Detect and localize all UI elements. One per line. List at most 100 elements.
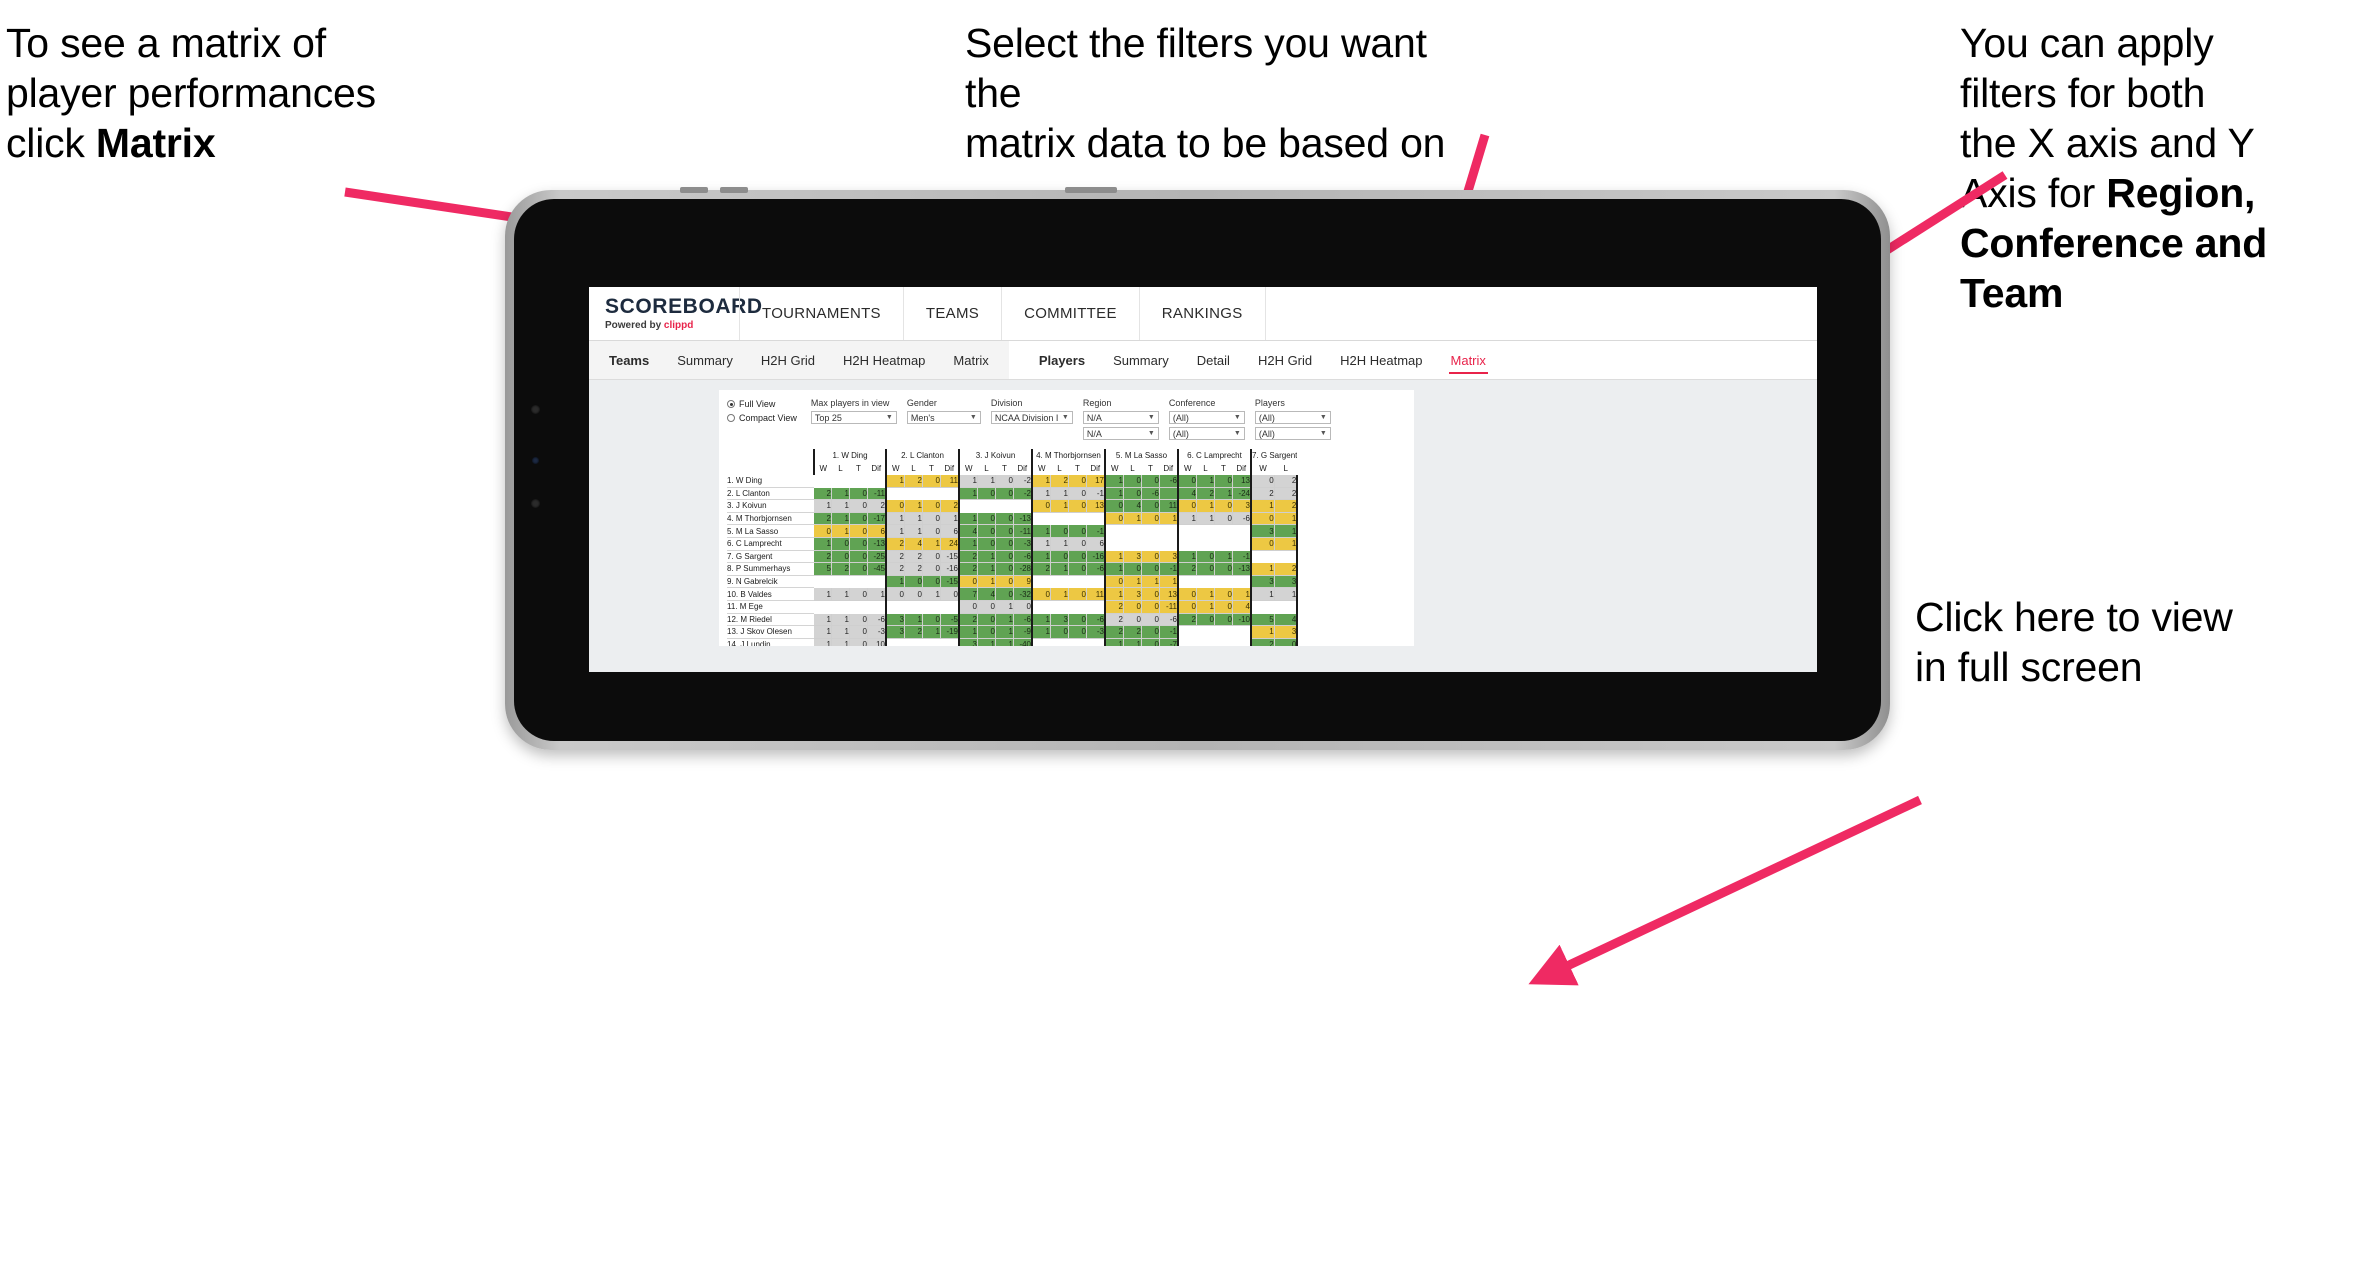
matrix-cell[interactable]: 2 [814,550,832,564]
matrix-cell[interactable] [1032,575,1051,589]
matrix-cell[interactable]: 0 [995,487,1014,501]
matrix-cell[interactable]: 0 [995,587,1014,601]
matrix-cell[interactable]: -45 [867,562,887,576]
matrix-cell[interactable]: -1 [1232,550,1252,564]
matrix-cell[interactable] [814,475,832,488]
matrix-row[interactable]: 2. L Clanton 2 1 0 -11 1 0 0 -2 1 1 0 -1 1 0 -6 4 2 1 -24 2 2 [727,487,1299,501]
matrix-cell[interactable]: 1 [940,512,960,526]
matrix-cell[interactable] [814,600,832,614]
matrix-cell[interactable]: 0 [922,550,941,564]
nav-item-rankings[interactable]: RANKINGS [1138,287,1266,340]
matrix-cell[interactable]: 0 [1214,512,1233,526]
matrix-cell[interactable]: 1 [1196,512,1215,526]
matrix-cell[interactable]: 0 [1123,613,1142,627]
matrix-cell[interactable] [940,638,960,646]
matrix-cell[interactable]: 3 [1232,499,1252,513]
matrix-cell[interactable] [1050,638,1069,646]
matrix-cell[interactable] [1214,537,1233,551]
matrix-cell[interactable]: 0 [1123,562,1142,576]
matrix-cell[interactable]: 2 [904,562,923,576]
matrix-cell[interactable] [867,475,887,488]
matrix-cell[interactable]: 1 [1032,524,1051,538]
matrix-cell[interactable]: 0 [1141,587,1160,601]
matrix-cell[interactable]: 2 [904,625,923,639]
matrix-cell[interactable] [831,575,850,589]
matrix-cell[interactable]: 0 [977,512,996,526]
matrix-cell[interactable] [1251,550,1275,564]
matrix-cell[interactable]: 2 [940,499,960,513]
matrix-row[interactable]: 3. J Koivun 1 1 0 2 0 1 0 2 0 1 0 13 0 4 0 11 0 1 0 3 1 2 [727,499,1299,513]
matrix-cell[interactable]: 2 [886,562,905,576]
matrix-row[interactable]: 6. C Lamprecht 1 0 0 -13 2 4 1 24 1 0 0 -3 1 1 0 6 0 1 [727,537,1299,551]
matrix-cell[interactable] [1214,524,1233,538]
matrix-row-label[interactable]: 14. J Lundin [727,638,814,646]
matrix-cell[interactable]: 0 [1068,537,1087,551]
matrix-column-header[interactable]: 2. L Clanton [885,449,959,462]
matrix-cell[interactable]: 0 [886,499,905,513]
matrix-cell[interactable]: 0 [977,487,996,501]
matrix-cell[interactable]: 1 [1105,562,1124,576]
matrix-cell[interactable]: 0 [814,524,832,538]
matrix-cell[interactable]: 2 [867,499,887,513]
matrix-cell[interactable]: 1 [1050,537,1069,551]
matrix-row-label[interactable]: 4. M Thorbjornsen [727,512,814,526]
matrix-cell[interactable]: 1 [831,487,850,501]
matrix-cell[interactable]: -11 [867,487,887,501]
matrix-cell[interactable]: 0 [922,524,941,538]
filter-conference-select-y[interactable]: (All) ▼ [1168,427,1245,440]
matrix-cell[interactable] [1214,625,1233,639]
matrix-cell[interactable]: -6 [1013,613,1033,627]
matrix-row[interactable]: 1. W Ding 1 2 0 11 1 1 0 -2 1 2 0 17 1 0 0 -6 0 1 0 13 0 2 [727,475,1299,488]
matrix-cell[interactable] [1178,537,1197,551]
matrix-cell[interactable] [1068,638,1087,646]
matrix-row[interactable]: 9. N Gabrelcik 1 0 0 -15 0 1 0 9 0 1 1 1 3 3 [727,575,1299,589]
matrix-cell[interactable]: -15 [940,575,960,589]
matrix-cell[interactable]: 2 [1105,600,1124,614]
matrix-cell[interactable]: 2 [1178,562,1197,576]
matrix-cell[interactable]: -11 [1013,524,1033,538]
filter-region-select-y[interactable]: N/A ▼ [1082,427,1159,440]
matrix-cell[interactable]: 1 [959,487,978,501]
matrix-cell[interactable]: 1 [1214,550,1233,564]
matrix-cell[interactable] [814,575,832,589]
matrix-row-label[interactable]: 10. B Valdes [727,587,814,601]
matrix-row[interactable]: 8. P Summerhays 5 2 0 -45 2 2 0 -16 2 1 0 -28 2 1 0 -6 1 0… [727,562,1299,576]
matrix-cell[interactable]: 0 [922,562,941,576]
matrix-cell[interactable] [1105,524,1124,538]
matrix-cell[interactable]: 0 [849,638,868,646]
matrix-cell[interactable]: 4 [1123,499,1142,513]
matrix-cell[interactable]: 1 [886,512,905,526]
matrix-cell[interactable]: -13 [867,537,887,551]
matrix-cell[interactable]: 0 [1178,499,1197,513]
matrix-cell[interactable]: -1 [1086,524,1106,538]
matrix-cell[interactable]: 2 [1032,562,1051,576]
matrix-row-label[interactable]: 13. J Skov Olesen [727,625,814,639]
matrix-cell[interactable]: 1 [1050,487,1069,501]
matrix-cell[interactable]: 0 [1141,512,1160,526]
matrix-cell[interactable]: 0 [1050,625,1069,639]
matrix-cell[interactable]: 6 [867,524,887,538]
matrix-cell[interactable]: 0 [849,487,868,501]
matrix-cell[interactable]: 1 [1123,512,1142,526]
matrix-cell[interactable]: 1 [1251,625,1275,639]
matrix-cell[interactable]: 2 [1274,562,1299,576]
matrix-cell[interactable]: 1 [1050,587,1069,601]
matrix-cell[interactable]: 2 [1274,487,1299,501]
matrix-cell[interactable]: 1 [1032,475,1051,488]
matrix-cell[interactable] [849,575,868,589]
filter-division-select[interactable]: NCAA Division I ▼ [990,411,1073,424]
matrix-cell[interactable]: -40 [1013,638,1033,646]
matrix-cell[interactable]: 1 [977,575,996,589]
matrix-cell[interactable] [940,600,960,614]
matrix-cell[interactable] [1068,512,1087,526]
matrix-cell[interactable]: -2 [1013,475,1033,488]
matrix-cell[interactable]: 1 [904,512,923,526]
matrix-cell[interactable]: 0 [1068,499,1087,513]
matrix-cell[interactable]: -19 [940,625,960,639]
matrix-cell[interactable]: 0 [1178,600,1197,614]
matrix-cell[interactable]: 0 [1141,475,1160,488]
matrix-cell[interactable]: 0 [1141,625,1160,639]
matrix-cell[interactable]: 1 [1032,537,1051,551]
matrix-cell[interactable]: 0 [977,600,996,614]
matrix-cell[interactable] [1086,638,1106,646]
